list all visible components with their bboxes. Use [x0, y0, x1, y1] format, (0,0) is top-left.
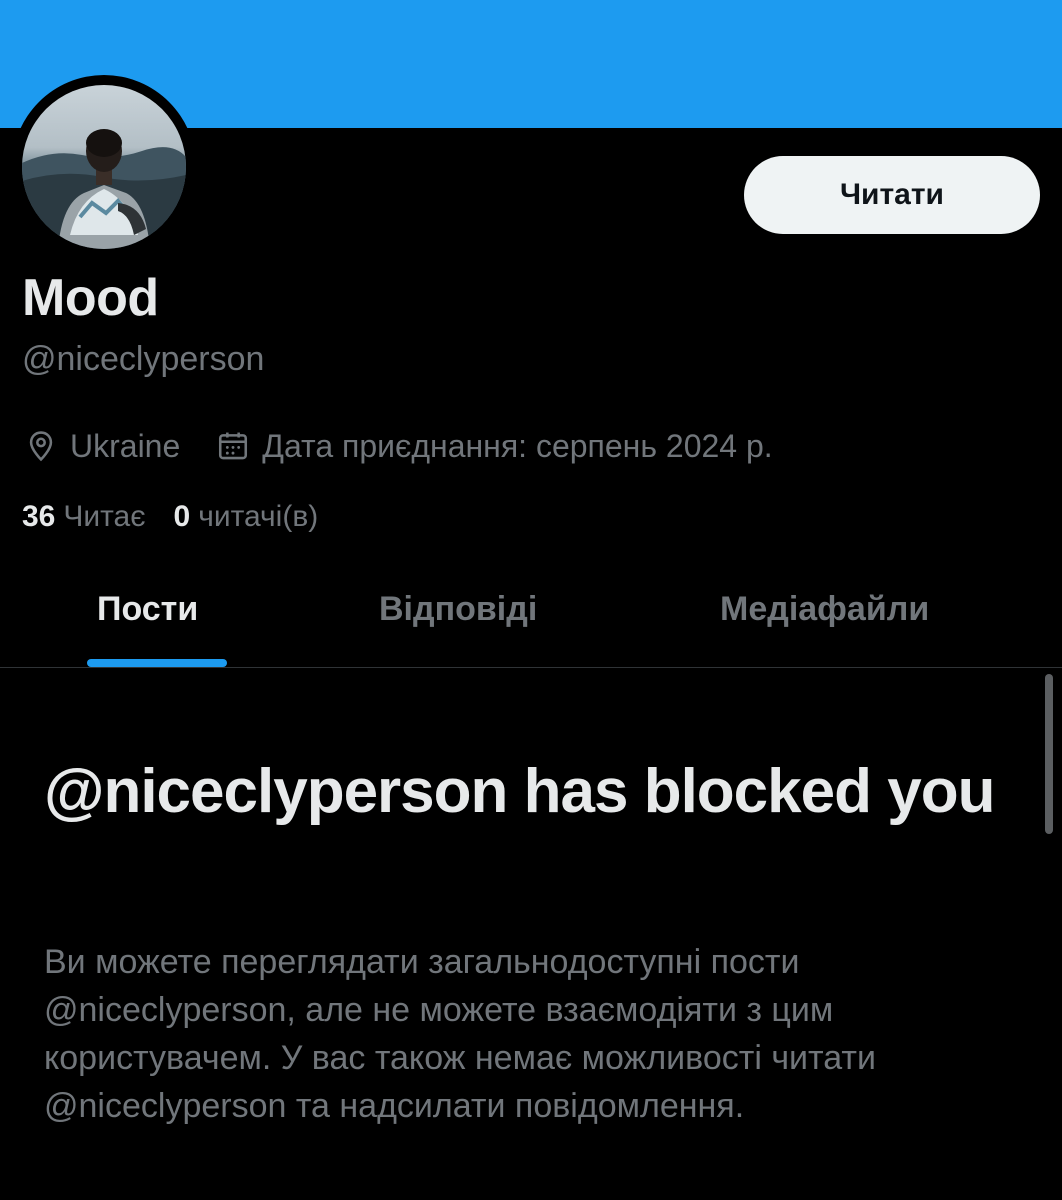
blocked-description: Ви можете переглядати загальнодоступні п… [44, 943, 876, 1125]
avatar-photo-icon [22, 129, 186, 249]
followers-count: 0 [173, 500, 191, 533]
profile-meta: Ukraine Дата приєднання: серпень 2024 р. [22, 424, 773, 468]
tab-replies[interactable]: Відповіді [379, 590, 537, 629]
location-text: Ukraine [70, 427, 181, 464]
tab-posts[interactable]: Пости [97, 590, 198, 629]
following-label: Читає [63, 500, 146, 533]
join-date-text: Дата приєднання: серпень 2024 р. [262, 427, 773, 464]
followers-link[interactable]: 0 читачі(в) [174, 500, 319, 534]
follow-stats: 36 Читає 0 читачі(в) [22, 500, 318, 534]
following-count: 36 [22, 500, 56, 533]
followers-label: читачі(в) [198, 500, 319, 533]
blocked-title: @niceclyperson has blocked you [44, 757, 995, 826]
following-link[interactable]: 36 Читає [22, 500, 146, 534]
join-date: Дата приєднання: серпень 2024 р. [214, 427, 773, 465]
tab-media[interactable]: Медіафайли [720, 590, 929, 629]
location-pin-icon [22, 427, 60, 465]
location: Ukraine [22, 427, 180, 465]
calendar-icon [214, 427, 252, 465]
user-handle: @niceclyperson [22, 340, 265, 378]
avatar[interactable] [22, 85, 186, 249]
display-name: Mood [22, 269, 159, 327]
profile-tabs: Пости Відповіді Медіафайли [0, 572, 1062, 668]
active-tab-indicator [87, 659, 227, 667]
scrollbar[interactable] [1045, 674, 1053, 834]
follow-button[interactable]: Читати [744, 156, 1040, 234]
